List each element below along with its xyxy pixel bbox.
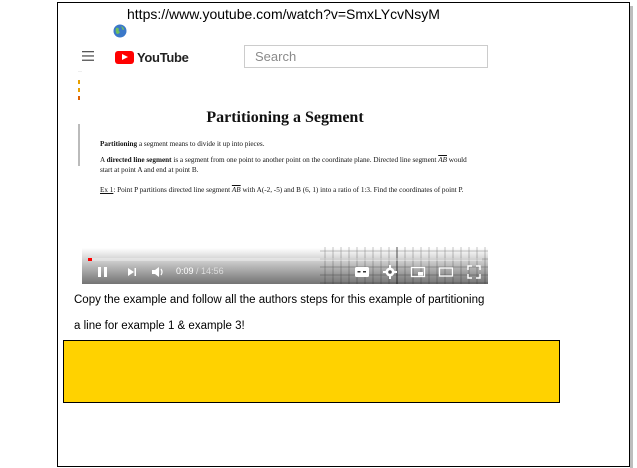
settings-gear-icon[interactable] <box>382 264 398 280</box>
definition-text-b: is a segment from one point to another p… <box>171 156 439 164</box>
answer-input-box[interactable] <box>63 340 560 403</box>
current-time: 0:09 <box>176 266 194 276</box>
player-controls: 0:09 / 14:56 <box>82 248 488 284</box>
miniplayer-icon[interactable] <box>410 264 426 280</box>
fullscreen-icon[interactable] <box>466 264 482 280</box>
youtube-logo[interactable]: YouTube <box>115 49 189 65</box>
search-input[interactable]: Search <box>244 45 488 68</box>
instruction-line-1: Copy the example and follow all the auth… <box>74 294 485 306</box>
progress-bar[interactable] <box>88 258 482 261</box>
example-label: Ex 1 <box>100 186 114 194</box>
definition-partitioning: Partitioning a segment means to divide i… <box>100 139 480 149</box>
example-text-a: : Point P partitions directed line segme… <box>113 186 232 194</box>
next-icon[interactable] <box>126 264 138 280</box>
segment-ab-label: AB <box>438 156 447 164</box>
globe-icon <box>113 24 127 38</box>
hamburger-menu-icon[interactable] <box>82 50 96 62</box>
search-placeholder: Search <box>255 49 297 64</box>
definition-partitioning-text: a segment means to divide it up into pie… <box>137 140 265 148</box>
example-segment-ab: AB <box>231 186 241 194</box>
duration: 14:56 <box>201 266 224 276</box>
slide-shadow <box>630 6 633 468</box>
definition-directed-segment: A directed line segment is a segment fro… <box>100 155 480 175</box>
definition-text-a: A <box>100 156 107 164</box>
term-directed-line-segment: directed line segment <box>106 156 172 164</box>
example-1-text: Ex 1: Point P partitions directed line s… <box>100 185 480 195</box>
youtube-header: YouTube Search <box>78 42 488 72</box>
captions-icon[interactable] <box>354 264 370 280</box>
example-text-b: with A(-2, -5) and B (6, 1) into a ratio… <box>240 186 464 194</box>
youtube-screenshot: YouTube Search Partitioning a Segment Pa… <box>78 42 488 284</box>
youtube-play-icon <box>115 50 134 64</box>
video-frame-title: Partitioning a Segment <box>206 109 364 126</box>
instruction-line-2: a line for example 1 & example 3! <box>74 320 245 332</box>
volume-icon[interactable] <box>150 264 166 280</box>
time-display: 0:09 / 14:56 <box>176 266 224 276</box>
video-url-link[interactable]: https://www.youtube.com/watch?v=SmxLYcvN… <box>127 6 440 22</box>
pause-icon[interactable] <box>96 264 110 280</box>
theater-mode-icon[interactable] <box>438 264 454 280</box>
time-separator: / <box>193 266 202 276</box>
youtube-logo-text: YouTube <box>137 49 189 65</box>
term-partitioning: Partitioning <box>100 140 138 148</box>
progress-fill <box>88 258 92 261</box>
